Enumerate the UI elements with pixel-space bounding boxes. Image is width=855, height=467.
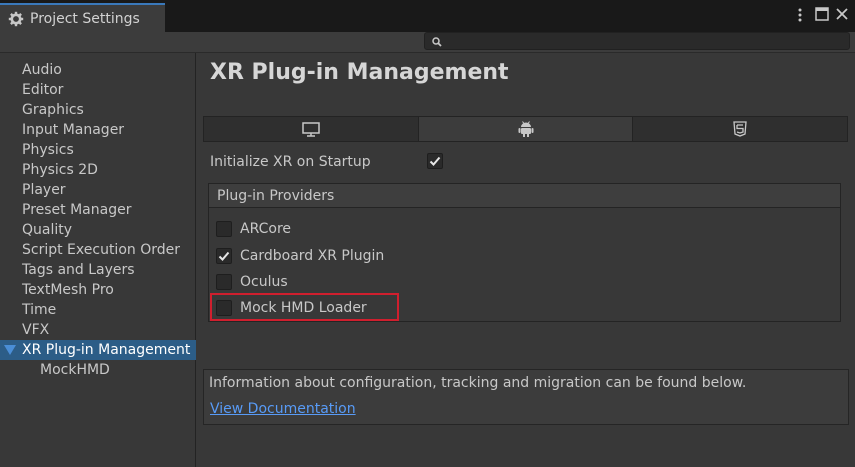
sidebar-item-label: Player [22,182,66,198]
settings-main-panel: XR Plug-in Management Initialize XR on S… [197,53,855,467]
sidebar-item-editor[interactable]: Editor [0,80,196,100]
maximize-icon[interactable] [815,7,829,21]
plugin-providers-header: Plug-in Providers [209,184,840,208]
highlight-box [210,293,399,321]
sidebar-item-label: Time [22,302,57,318]
page-title: XR Plug-in Management [210,60,509,85]
sidebar-item-label: Quality [22,222,73,238]
window-titlebar: Project Settings [0,0,855,33]
html5-icon [733,121,747,137]
tab-android[interactable] [418,117,634,141]
close-icon[interactable] [835,7,849,21]
sidebar-item-label: Physics [22,142,74,158]
more-options-icon[interactable] [797,7,803,23]
sidebar-item-physics[interactable]: Physics [0,140,196,160]
sidebar-item-mockhmd[interactable]: MockHMD [0,360,196,380]
gear-icon [8,11,24,26]
provider-checkbox-cardboard[interactable] [216,248,232,264]
info-text: Information about configuration, trackin… [209,375,747,391]
sidebar-item-label: Preset Manager [22,202,132,218]
foldout-expanded-icon[interactable] [4,345,16,355]
sidebar-item-label: TextMesh Pro [22,282,114,298]
sidebar-item-xr-plugin-management[interactable]: XR Plug-in Management [0,340,196,360]
sidebar-item-input-manager[interactable]: Input Manager [0,120,196,140]
search-input[interactable] [424,32,850,50]
tab-project-settings[interactable]: Project Settings [0,3,165,32]
platform-tabs [203,116,848,142]
desktop-icon [302,121,320,137]
provider-checkbox-arcore[interactable] [216,221,232,237]
sidebar-item-preset-manager[interactable]: Preset Manager [0,200,196,220]
provider-label: ARCore [240,221,292,237]
sidebar-item-quality[interactable]: Quality [0,220,196,240]
info-box: Information about configuration, trackin… [203,369,849,425]
sidebar-item-label: Editor [22,82,64,98]
sidebar-item-physics-2d[interactable]: Physics 2D [0,160,196,180]
provider-checkbox-oculus[interactable] [216,274,232,290]
checkmark-icon [218,251,230,261]
tab-webgl[interactable] [633,117,847,141]
sidebar-item-label: Tags and Layers [22,262,135,278]
sidebar-item-label: VFX [22,322,50,338]
init-xr-label: Initialize XR on Startup [210,154,371,170]
tab-standalone[interactable] [204,117,419,141]
sidebar-item-player[interactable]: Player [0,180,196,200]
sidebar-item-label: MockHMD [40,362,110,378]
checkmark-icon [429,156,441,166]
sidebar-item-tags-and-layers[interactable]: Tags and Layers [0,260,196,280]
android-icon [518,121,533,137]
sidebar-item-label: XR Plug-in Management [22,342,191,358]
provider-label: Oculus [240,274,288,290]
sidebar-item-graphics[interactable]: Graphics [0,100,196,120]
settings-sidebar: Audio Editor Graphics Input Manager Phys… [0,53,196,467]
sidebar-item-audio[interactable]: Audio [0,60,196,80]
sidebar-item-label: Physics 2D [22,162,98,178]
tab-title: Project Settings [30,10,140,27]
sidebar-item-label: Graphics [22,102,84,118]
sidebar-item-script-execution-order[interactable]: Script Execution Order [0,240,196,260]
init-xr-checkbox[interactable] [427,153,443,169]
sidebar-item-vfx[interactable]: VFX [0,320,196,340]
sidebar-item-label: Input Manager [22,122,125,138]
view-documentation-link[interactable]: View Documentation [210,401,356,417]
sidebar-item-time[interactable]: Time [0,300,196,320]
sidebar-item-label: Script Execution Order [22,242,180,258]
provider-label: Cardboard XR Plugin [240,248,385,264]
sidebar-item-label: Audio [22,62,62,78]
search-icon [432,37,442,47]
sidebar-item-textmesh-pro[interactable]: TextMesh Pro [0,280,196,300]
